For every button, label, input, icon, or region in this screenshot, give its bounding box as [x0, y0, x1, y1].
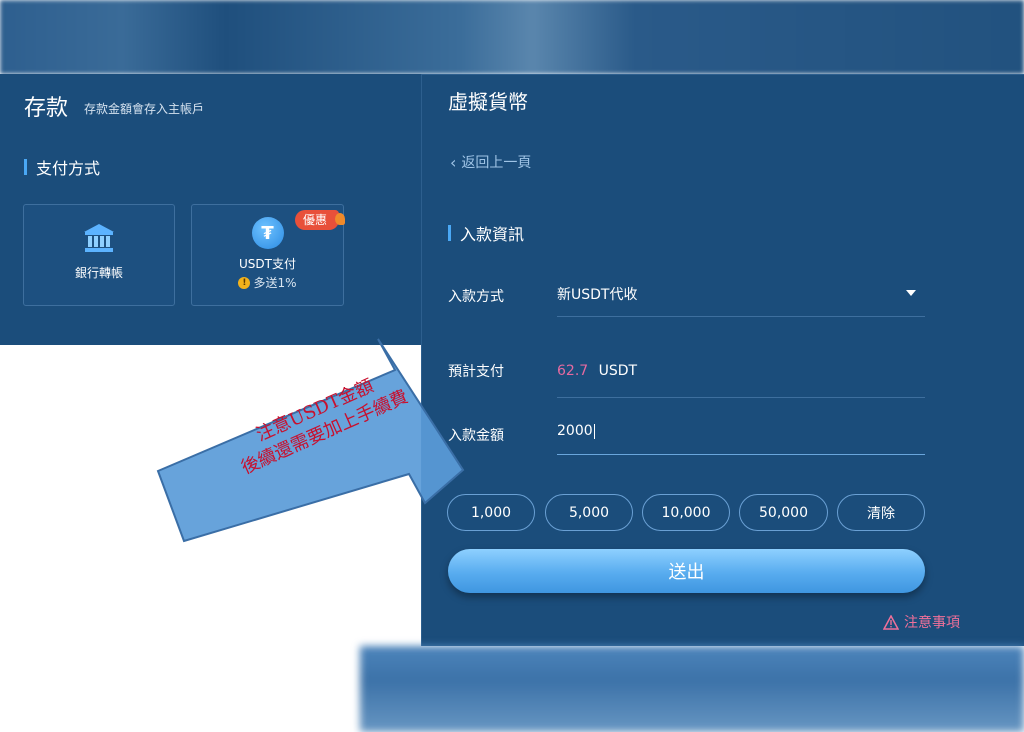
deposit-method-select[interactable]: 新USDT代收: [557, 284, 637, 304]
amount-input[interactable]: 2000: [557, 423, 595, 439]
estimate-unit: USDT: [598, 363, 638, 379]
bonus-text: 多送1%: [253, 276, 297, 290]
caret-down-icon[interactable]: [906, 290, 916, 296]
promo-badge: 優惠: [294, 210, 346, 230]
payment-section-title: 支付方式: [36, 159, 101, 178]
payment-method-usdt[interactable]: 優惠 ₮ USDT支付 ! 多送1%: [191, 204, 346, 306]
clear-button[interactable]: 清除: [837, 494, 925, 531]
quick-amount-10000-button[interactable]: 10,000: [642, 494, 730, 531]
section-accent-bar: [24, 159, 27, 175]
page-title: 存款: [24, 96, 69, 121]
deposit-info-title: 入款資訊: [460, 225, 525, 244]
blurred-top-bar: [0, 0, 1024, 74]
estimate-value: 62.7 USDT: [557, 363, 637, 379]
amount-input-value: 2000: [557, 423, 593, 439]
deposit-method-underline: [557, 316, 925, 317]
payment-method-bank[interactable]: 銀行轉帳: [23, 204, 175, 306]
deposit-info-section-label: 入款資訊: [448, 221, 524, 245]
submit-button[interactable]: 送出: [448, 549, 925, 593]
quick-amount-5000-button[interactable]: 5,000: [545, 494, 633, 531]
bank-method-label: 銀行轉帳: [74, 266, 123, 280]
notice-link[interactable]: 注意事項: [883, 612, 960, 632]
warning-triangle-icon: [883, 614, 899, 630]
page-subtitle: 存款金額會存入主帳戶: [84, 102, 205, 116]
back-link-label: 返回上一頁: [461, 155, 532, 171]
annotation-line-1: 注意USDT金額: [253, 375, 377, 446]
bank-icon: [82, 221, 116, 259]
text-cursor: [593, 423, 595, 439]
exclamation-icon: !: [238, 276, 251, 289]
usdt-method-label: USDT支付: [239, 257, 296, 271]
notice-label: 注意事項: [904, 615, 960, 631]
tether-icon: ₮: [251, 217, 284, 249]
quick-amount-1000-button[interactable]: 1,000: [447, 494, 535, 531]
estimate-underline: [557, 397, 925, 398]
payment-section-label: 支付方式: [24, 155, 100, 179]
amount-underline: [557, 454, 925, 455]
section-accent-bar: [448, 225, 451, 241]
deposit-method-label: 入款方式: [448, 289, 504, 305]
estimate-label: 預計支付: [448, 364, 504, 380]
quick-amount-50000-button[interactable]: 50,000: [739, 494, 828, 531]
crypto-page-title: 虛擬貨幣: [448, 90, 528, 114]
estimate-amount: 62.7: [557, 363, 589, 379]
amount-label: 入款金額: [448, 428, 504, 444]
bonus-row: ! 多送1%: [238, 274, 297, 291]
chevron-left-icon: ‹: [450, 152, 457, 172]
annotation-line-2: 後續還需要加上手續費: [238, 386, 412, 479]
annotation-text: 注意USDT金額 後續還需要加上手續費: [214, 357, 425, 486]
back-link[interactable]: ‹ 返回上一頁: [450, 152, 531, 172]
blurred-bottom-area: [360, 646, 1024, 732]
